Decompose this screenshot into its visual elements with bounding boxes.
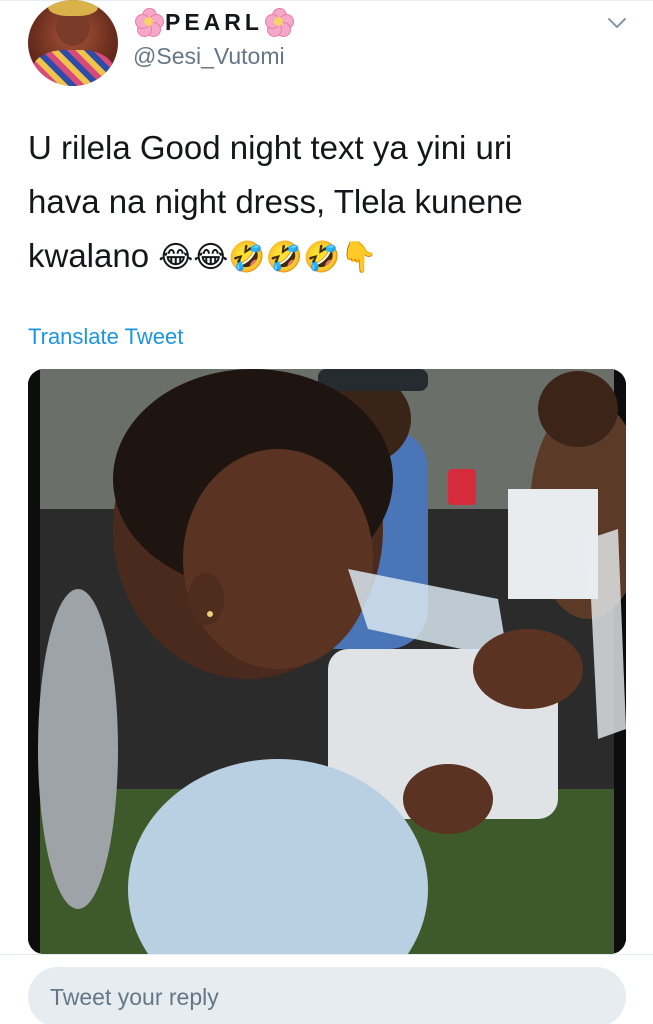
chevron-down-icon[interactable]	[607, 16, 627, 30]
top-divider	[0, 0, 653, 1]
display-name: PEARL	[165, 8, 263, 35]
cherry-blossom-icon	[135, 8, 164, 37]
tweet-text-line: hava na night dress, Tlela kunene	[28, 183, 523, 220]
tweet-media-image[interactable]	[28, 369, 626, 954]
photo-illustration	[28, 369, 626, 954]
emoji-sequence: 😂😂🤣🤣🤣👇	[158, 240, 378, 275]
tweet-text-line-3: kwalano	[28, 237, 150, 274]
tweet-text-line: U rilela Good night text ya yini uri	[28, 129, 513, 166]
tweet-text-line: kwalano 😂😂🤣🤣🤣👇	[28, 229, 628, 285]
user-handle[interactable]: @Sesi_Vutomi	[133, 43, 285, 70]
avatar[interactable]	[28, 0, 118, 86]
tweet-detail-screen: PEARL @Sesi_Vutomi U rilela Good night t…	[0, 0, 653, 1024]
reply-input[interactable]: Tweet your reply	[28, 967, 626, 1024]
translate-tweet-link[interactable]: Translate Tweet	[28, 324, 183, 350]
display-name-row[interactable]: PEARL	[133, 6, 295, 38]
tweet-text: U rilela Good night text ya yini uri hav…	[28, 121, 628, 285]
cherry-blossom-icon	[264, 8, 294, 37]
reply-placeholder: Tweet your reply	[50, 984, 219, 1010]
bottom-divider	[0, 954, 653, 955]
